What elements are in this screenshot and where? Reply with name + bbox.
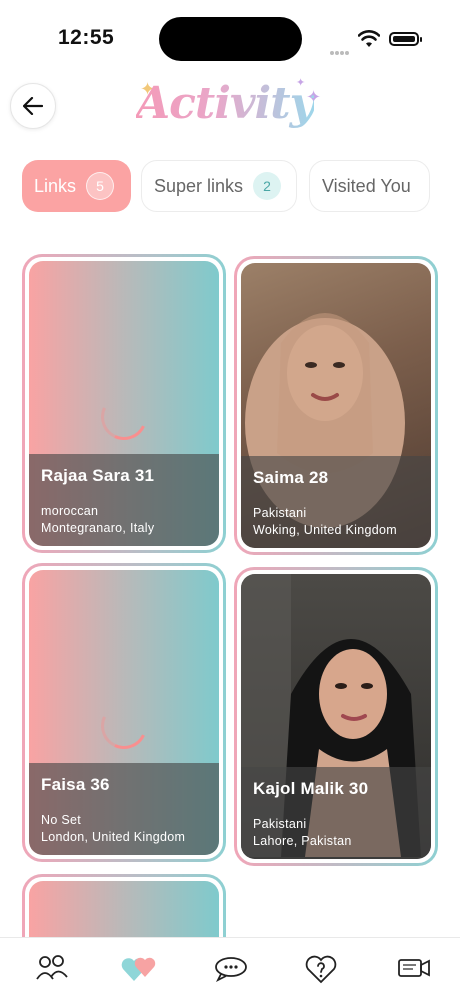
profile-card[interactable]: Saima 28 Pakistani Woking, United Kingdo… <box>234 256 438 555</box>
profile-location: Montegranaro, Italy <box>41 521 155 535</box>
profile-name: Saima 28 <box>253 468 329 487</box>
back-button[interactable] <box>10 83 56 129</box>
users-icon <box>36 955 68 980</box>
profile-info: Saima 28 Pakistani Woking, United Kingdo… <box>241 456 431 548</box>
tab-super-links-label: Super links <box>154 175 244 196</box>
profile-location: Lahore, Pakistan <box>253 834 352 848</box>
profile-info: Rajaa Sara 31 moroccan Montegranaro, Ita… <box>29 454 219 546</box>
status-bar: 12:55 <box>0 0 460 70</box>
profile-photo: Saima 28 Pakistani Woking, United Kingdo… <box>241 263 431 548</box>
question-heart-icon <box>305 955 337 984</box>
tab-super-links-count: 2 <box>253 172 282 200</box>
profile-photo-placeholder: Rajaa Sara 31 moroccan Montegranaro, Ita… <box>29 261 219 546</box>
chat-icon <box>215 957 247 982</box>
profile-photo: Kajol Malik 30 Pakistani Lahore, Pakista… <box>241 574 431 859</box>
profile-card[interactable]: Rajaa Sara 31 moroccan Montegranaro, Ita… <box>22 254 226 553</box>
nav-links[interactable] <box>119 948 159 988</box>
profile-location: London, United Kingdom <box>41 830 186 844</box>
page-title: ✦ ✦ ✦ Activity <box>136 74 326 144</box>
hearts-icon <box>121 957 156 981</box>
nav-video[interactable] <box>394 948 434 988</box>
arrow-left-icon <box>23 97 43 115</box>
dynamic-island <box>159 17 302 61</box>
page-title-text: Activity <box>136 78 315 129</box>
tab-visited-you-label: Visited You <box>322 175 411 196</box>
status-time: 12:55 <box>58 26 115 49</box>
wifi-icon <box>357 30 381 48</box>
profile-photo-placeholder: Faisa 36 No Set London, United Kingdom <box>29 570 219 855</box>
profile-nationality: moroccan <box>41 504 99 518</box>
profile-nationality: No Set <box>41 813 82 827</box>
tab-visited-you[interactable]: Visited You <box>309 160 430 212</box>
video-icon <box>398 959 430 977</box>
signal-icon <box>330 42 352 55</box>
tabs: Links 5 Super links 2 Visited You <box>22 160 442 212</box>
profile-name: Faisa 36 <box>41 775 110 794</box>
bottom-nav <box>0 937 460 997</box>
tab-links-label: Links <box>34 175 77 196</box>
nav-users[interactable] <box>32 948 72 988</box>
tab-links-count: 5 <box>86 172 115 200</box>
nav-questions[interactable] <box>301 948 341 988</box>
profile-nationality: Pakistani <box>253 817 307 831</box>
profile-info: Kajol Malik 30 Pakistani Lahore, Pakista… <box>241 767 431 859</box>
tab-super-links[interactable]: Super links 2 <box>141 160 297 212</box>
profile-card[interactable]: Faisa 36 No Set London, United Kingdom <box>22 563 226 862</box>
profile-location: Woking, United Kingdom <box>253 523 397 537</box>
loading-spinner-icon <box>94 696 154 755</box>
profile-nationality: Pakistani <box>253 506 307 520</box>
profile-card[interactable]: Kajol Malik 30 Pakistani Lahore, Pakista… <box>234 567 438 866</box>
profile-name: Rajaa Sara 31 <box>41 466 155 485</box>
profile-name: Kajol Malik 30 <box>253 779 369 798</box>
loading-spinner-icon <box>94 387 154 446</box>
nav-chat[interactable] <box>211 948 251 988</box>
battery-icon <box>389 32 422 46</box>
profile-info: Faisa 36 No Set London, United Kingdom <box>29 763 219 855</box>
tab-links[interactable]: Links 5 <box>22 160 131 212</box>
